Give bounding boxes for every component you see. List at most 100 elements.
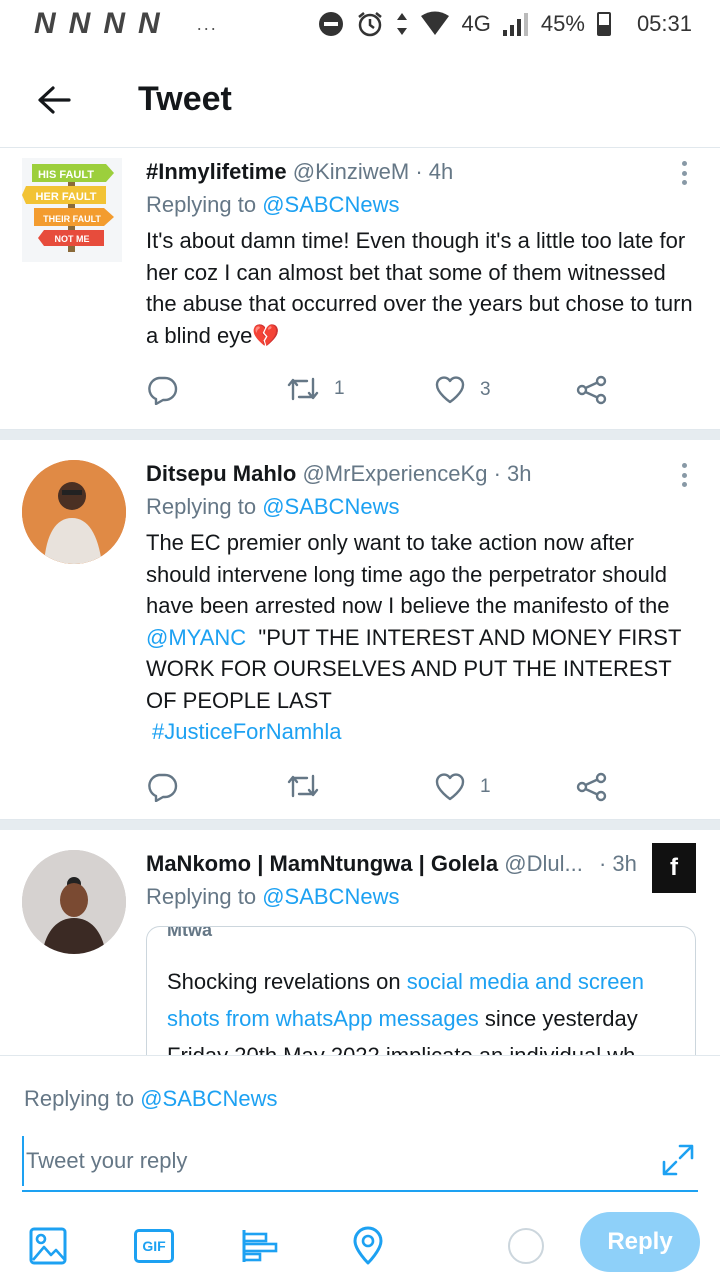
- reply-feed[interactable]: HIS FAULT HER FAULT THEIR FAULT NOT ME #…: [0, 150, 720, 1055]
- top-app-bar: Tweet: [0, 52, 720, 148]
- replying-to-handle[interactable]: @SABCNews: [262, 494, 399, 519]
- user-handle[interactable]: @KinziweM: [293, 159, 409, 184]
- back-arrow-icon: [38, 85, 71, 114]
- mention-link[interactable]: @MYANC: [146, 625, 246, 650]
- more-options-button[interactable]: [674, 158, 694, 188]
- tweet-text: It's about damn time! Even though it's a…: [146, 225, 696, 351]
- user-handle[interactable]: @MrExperienceKg: [302, 461, 487, 486]
- more-notifications-indicator: ...: [196, 13, 218, 34]
- replying-to: Replying to @SABCNews: [146, 880, 696, 914]
- tweet[interactable]: Ditsepu Mahlo @MrExperienceKg · 3h Reply…: [0, 440, 720, 820]
- gif-icon: GIF: [134, 1229, 174, 1263]
- avatar[interactable]: [22, 460, 126, 564]
- image-icon: [29, 1227, 67, 1265]
- sign-text: NOT ME: [55, 234, 90, 244]
- like-button[interactable]: 1: [434, 772, 491, 802]
- reply-composer: Replying to @SABCNews GIF Reply: [0, 1055, 720, 1281]
- like-count: 3: [480, 379, 491, 400]
- reply-button[interactable]: [146, 375, 178, 405]
- replying-to-label: Replying to: [146, 884, 257, 909]
- display-name[interactable]: Ditsepu Mahlo: [146, 461, 296, 486]
- battery-percent: 45%: [540, 11, 585, 36]
- data-transfer-icon: [396, 11, 408, 37]
- system-status: 4G 45% 05:31: [318, 10, 692, 38]
- poll-icon: [242, 1230, 278, 1262]
- tweet-text: The EC premier only want to take action …: [146, 527, 696, 748]
- expand-icon: [662, 1144, 694, 1176]
- separator: ·: [598, 851, 607, 876]
- battery-icon: [596, 12, 611, 36]
- timestamp: 4h: [428, 159, 454, 184]
- retweet-button[interactable]: [286, 772, 334, 800]
- retweet-icon: [287, 774, 319, 797]
- notification-n-icon: N: [138, 7, 160, 40]
- like-count: 1: [480, 775, 491, 797]
- tweet-header: MaNkomo | MamNtungwa | Golela @Dlul... ·…: [146, 848, 696, 880]
- replying-to-label: Replying to: [146, 192, 257, 217]
- add-image-button[interactable]: [26, 1224, 70, 1268]
- more-options-button[interactable]: [674, 460, 694, 490]
- reply-bubble-icon: [148, 773, 178, 802]
- reply-input[interactable]: [22, 1136, 698, 1186]
- network-type: 4G: [461, 11, 491, 36]
- character-counter-ring: [508, 1228, 544, 1264]
- display-name[interactable]: MaNkomo | MamNtungwa | Golela: [146, 851, 498, 876]
- add-poll-button[interactable]: [238, 1224, 282, 1268]
- tweet-header: Ditsepu Mahlo @MrExperienceKg · 3h: [146, 458, 696, 490]
- reply-button[interactable]: Reply: [580, 1212, 700, 1272]
- tweet[interactable]: HIS FAULT HER FAULT THEIR FAULT NOT ME #…: [0, 150, 720, 430]
- share-button[interactable]: [576, 375, 608, 405]
- share-icon: [576, 375, 607, 405]
- location-pin-icon: [353, 1226, 383, 1265]
- sign-text: THEIR FAULT: [43, 214, 101, 224]
- replying-to-handle[interactable]: @SABCNews: [262, 192, 399, 217]
- expand-composer-button[interactable]: [660, 1142, 696, 1178]
- avatar[interactable]: HIS FAULT HER FAULT THEIR FAULT NOT ME: [22, 158, 122, 262]
- composer-replying-to: Replying to @SABCNews: [24, 1086, 277, 1112]
- timestamp: 3h: [612, 851, 637, 876]
- page-title: Tweet: [138, 80, 232, 118]
- timestamp: 3h: [507, 461, 532, 486]
- like-button[interactable]: 3: [434, 375, 491, 405]
- wifi-icon: [420, 11, 450, 37]
- replying-to-handle[interactable]: @SABCNews: [140, 1086, 277, 1111]
- battery-level: [598, 25, 609, 34]
- facebook-icon[interactable]: f: [652, 843, 696, 893]
- reply-input-container: [22, 1136, 698, 1192]
- user-handle[interactable]: @Dlul...: [504, 851, 583, 876]
- tweet-body-part: The EC premier only want to take action …: [146, 530, 670, 618]
- avatar[interactable]: [22, 850, 126, 954]
- sign-text: HIS FAULT: [38, 169, 94, 181]
- separator: ·: [415, 159, 423, 184]
- clock: 05:31: [636, 11, 692, 36]
- tweet[interactable]: MaNkomo | MamNtungwa | Golela @Dlul... ·…: [0, 830, 720, 1055]
- add-gif-button[interactable]: GIF: [132, 1224, 176, 1268]
- avatar-signpost-image: HIS FAULT HER FAULT THEIR FAULT NOT ME: [22, 164, 114, 252]
- reply-button[interactable]: [146, 772, 178, 802]
- tweet-body: It's about damn time! Even though it's a…: [146, 228, 693, 348]
- hashtag-link[interactable]: #JusticeForNamhla: [152, 719, 342, 744]
- alarm-icon: [356, 10, 384, 38]
- status-bar: N N N N ... 4G 45% 05:31: [0, 0, 720, 48]
- retweet-icon: [287, 377, 319, 401]
- display-name[interactable]: #Inmylifetime: [146, 159, 287, 184]
- retweet-count: 1: [334, 378, 345, 399]
- quote-body: Shocking revelations on: [167, 969, 407, 994]
- quoted-content-card[interactable]: Mtwa Shocking revelations on social medi…: [146, 926, 696, 1055]
- notification-n-icon: N: [103, 7, 125, 40]
- heart-icon: [435, 772, 465, 800]
- notification-n-icon: N: [68, 7, 91, 40]
- quote-text: Shocking revelations on social media and…: [167, 963, 675, 1055]
- back-button[interactable]: [24, 70, 84, 130]
- broken-heart-emoji: 💔: [252, 322, 280, 348]
- avatar-profile-photo: [22, 460, 126, 564]
- replying-to: Replying to @SABCNews: [146, 188, 696, 222]
- share-button[interactable]: [576, 772, 608, 802]
- add-location-button[interactable]: [346, 1224, 390, 1268]
- signal-icon: [502, 12, 529, 36]
- replying-to: Replying to @SABCNews: [146, 490, 696, 524]
- reply-bubble-icon: [148, 376, 178, 405]
- replying-to-handle[interactable]: @SABCNews: [262, 884, 399, 909]
- tweet-header: #Inmylifetime @KinziweM · 4h: [146, 156, 696, 188]
- retweet-button[interactable]: 1: [286, 375, 345, 403]
